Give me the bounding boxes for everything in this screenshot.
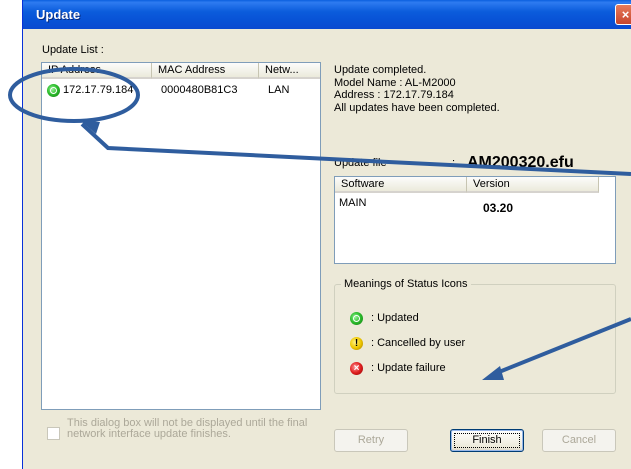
status-line: Update completed. bbox=[334, 64, 427, 76]
dont-show-label: This dialog box will not be displayed un… bbox=[67, 418, 307, 440]
column-header-mac[interactable]: MAC Address bbox=[152, 63, 259, 79]
update-file-separator: : bbox=[452, 157, 456, 169]
legend-title: Meanings of Status Icons bbox=[341, 278, 471, 290]
column-header-network[interactable]: Netw... bbox=[259, 63, 320, 79]
ip-address-cell: 172.17.79.184 bbox=[63, 84, 134, 96]
window-title: Update bbox=[36, 7, 81, 22]
table-row[interactable]: MAIN 03.20 bbox=[335, 195, 615, 215]
status-message: Update completed. Model Name : AL-M2000 … bbox=[334, 64, 500, 114]
title-bar[interactable]: Update × bbox=[23, 0, 631, 29]
network-cell: LAN bbox=[268, 84, 290, 96]
update-list[interactable]: IP Address MAC Address Netw... 172.17.79… bbox=[41, 62, 321, 410]
status-line: Model Name : AL-M2000 bbox=[334, 76, 456, 89]
update-list-label: Update List : bbox=[42, 44, 104, 56]
mac-address-cell: 0000480B81C3 bbox=[161, 84, 238, 96]
legend-label-failure: : Update failure bbox=[371, 362, 446, 374]
retry-button[interactable]: Retry bbox=[334, 429, 408, 452]
column-header-software[interactable]: Software bbox=[335, 177, 467, 193]
version-cell: 03.20 bbox=[483, 201, 514, 215]
legend-label-cancelled: : Cancelled by user bbox=[371, 337, 466, 349]
table-row[interactable]: 172.17.79.184 0000480B81C3 LAN bbox=[42, 81, 320, 99]
updated-icon bbox=[350, 312, 363, 325]
cancel-button[interactable]: Cancel bbox=[542, 429, 616, 452]
checkbox-label-line: network interface update finishes. bbox=[67, 428, 231, 440]
legend-label-updated: : Updated bbox=[371, 312, 419, 324]
status-line: All updates have been completed. bbox=[334, 101, 500, 114]
update-file-name: AM200320.efu bbox=[467, 154, 574, 171]
updated-icon bbox=[47, 84, 60, 97]
status-line: Address : 172.17.79.184 bbox=[334, 89, 454, 101]
software-version-list[interactable]: Software Version MAIN 03.20 bbox=[334, 176, 616, 264]
update-file-label: Update file bbox=[334, 157, 387, 169]
dont-show-checkbox[interactable] bbox=[47, 427, 60, 440]
software-cell: MAIN bbox=[339, 197, 367, 209]
finish-button[interactable]: Finish bbox=[450, 429, 524, 452]
focus-ring bbox=[454, 433, 520, 448]
close-icon[interactable]: × bbox=[615, 4, 631, 25]
column-header-ip[interactable]: IP Address bbox=[42, 63, 152, 79]
cancelled-icon: ! bbox=[350, 337, 363, 350]
column-header-version[interactable]: Version bbox=[467, 177, 599, 193]
failure-icon: × bbox=[350, 362, 363, 375]
